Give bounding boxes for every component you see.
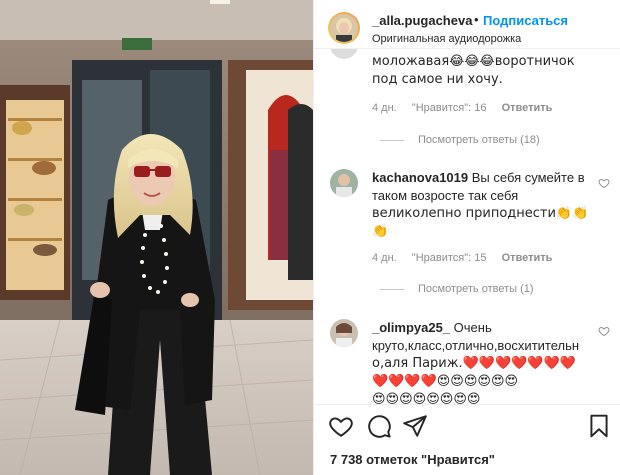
comment-time: 4 дн. [372,102,397,114]
author-avatar[interactable] [328,12,360,44]
comment-text-line: kachanova1019 Вы себя сумейте в [372,169,585,187]
audio-track-link[interactable]: Оригинальная аудиодорожка [372,33,521,45]
comment-likes[interactable]: "Нравится": 15 [412,252,487,264]
comment-text-line: _olimpya25_ Очень [372,319,492,337]
view-replies-button[interactable]: Посмотреть ответы (1) [380,283,534,295]
likes-count[interactable]: 7 738 отметок "Нравится" [330,452,495,467]
bookmark-icon[interactable] [586,413,612,439]
reply-button[interactable]: Ответить [502,252,553,264]
comment-username[interactable]: kachanova1019 [372,170,468,185]
comment-text-line: великолепно приподнести👏👏 [372,206,589,221]
comment-avatar[interactable] [330,319,358,347]
comment-like-heart-icon[interactable] [598,325,610,337]
view-replies-label: Посмотреть ответы (1) [418,283,534,295]
replies-divider [380,139,404,141]
comment-likes[interactable]: "Нравится": 16 [412,102,487,114]
comment-text-line: 👏 [372,224,389,239]
comment-text-line: таком возросте так себя [372,188,519,203]
comment-text-line: 😍😍😍😍😍😍😍😍 [372,392,481,404]
comment-body: Очень [450,320,492,335]
comment-meta: 4 дн. "Нравится": 15 Ответить [372,252,564,264]
post-header: _alla.pugacheva • Подписаться Оригинальн… [314,0,620,49]
comment-text-line: под самое ни хочу. [372,72,503,87]
reply-button[interactable]: Ответить [502,102,553,114]
comment-icon[interactable] [366,413,392,439]
comment-text-line: ❤️❤️❤️❤️😍😍😍😍😍😍 [372,374,519,389]
comments-list: моложавая😂😂😂воротничок под самое ни хочу… [314,49,620,404]
post-side-panel: _alla.pugacheva • Подписаться Оригинальн… [313,0,620,475]
post-photo[interactable] [0,0,313,475]
comment-meta: 4 дн. "Нравится": 16 Ответить [372,102,564,114]
view-replies-button[interactable]: Посмотреть ответы (18) [380,134,540,146]
comment-avatar[interactable] [330,169,358,197]
view-replies-label: Посмотреть ответы (18) [418,134,540,146]
comment-body: Вы себя сумейте в [468,170,585,185]
comment-text-line: круто,класс,отлично,восхитительн [372,338,580,353]
comment-avatar[interactable] [330,49,358,59]
post-image [0,0,313,475]
comment-time: 4 дн. [372,252,397,264]
follow-button[interactable]: Подписаться [483,13,568,28]
post-actions-bar [314,404,620,445]
author-username[interactable]: _alla.pugacheva [372,13,472,28]
share-icon[interactable] [402,413,428,439]
comment-like-heart-icon[interactable] [598,177,610,189]
header-separator: • [474,12,479,27]
heart-icon[interactable] [328,413,354,439]
comment-username[interactable]: _olimpya25_ [372,320,450,335]
replies-divider [380,288,404,290]
comment-text-line: о,аля Париж.❤️❤️❤️❤️❤️❤️❤️ [372,356,576,371]
comment-text-line: моложавая😂😂😂воротничок [372,54,575,69]
